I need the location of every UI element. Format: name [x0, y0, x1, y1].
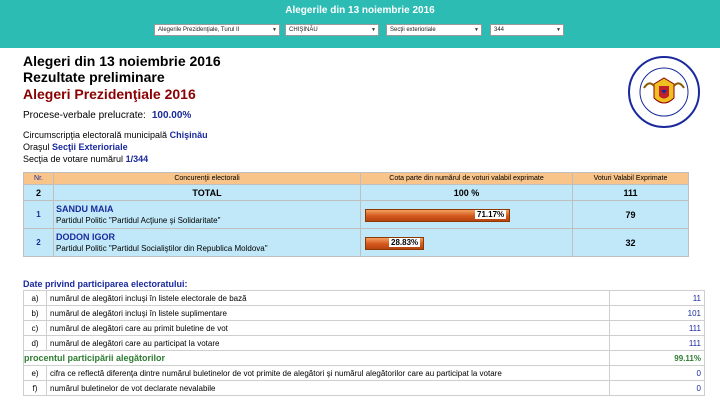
- circumscription-select[interactable]: CHIŞINĂU ▼: [285, 24, 379, 36]
- circumscription-select-value: CHIŞINĂU: [289, 27, 318, 33]
- participation-percent-row: procentul participării alegătorilor 99.11…: [23, 350, 705, 366]
- city-value: Secţii Exterioriale: [52, 142, 128, 152]
- election-select-value: Alegerile Prezidenţiale, Turul II: [158, 27, 240, 33]
- row-letter: c): [23, 320, 47, 336]
- candidate-name[interactable]: DODON IGOR: [54, 232, 360, 242]
- row-letter: d): [23, 335, 47, 351]
- results-header-row: Nr. Concurenţii electorali Cota parte di…: [23, 172, 689, 185]
- total-votes: 111: [572, 184, 689, 201]
- chevron-down-icon: ▼: [371, 27, 376, 33]
- section-value: 1/344: [125, 154, 149, 164]
- section-info: Secţia de votare numărul 1/344: [23, 154, 148, 164]
- circumscription-value: Chişinău: [169, 130, 208, 140]
- candidate-party: Partidul Politic "Partidul Acţiune şi So…: [56, 216, 221, 225]
- row-letter: e): [23, 365, 47, 381]
- processed-label: Procese-verbale prelucrate:: [23, 110, 146, 121]
- city-label: Oraşul: [23, 142, 50, 152]
- row-letter: b): [23, 305, 47, 321]
- page-title: Alegeri din 13 noiembrie 2016: [23, 53, 221, 69]
- processed-reports: Procese-verbale prelucrate: 100.00%: [23, 110, 191, 121]
- row-value: 11: [609, 290, 705, 306]
- circumscription-info: Circumscripţia electorală municipală Chi…: [23, 130, 208, 140]
- chevron-down-icon: ▼: [556, 27, 561, 33]
- candidate-votes: 79: [572, 200, 689, 229]
- share-cell: 71.17%: [360, 200, 573, 229]
- seal-emblem-icon: [639, 67, 689, 117]
- election-type-heading: Alegeri Prezidenţiale 2016: [23, 86, 196, 102]
- col-nr: Nr.: [23, 172, 54, 185]
- total-row: 2 TOTAL 100 % 111: [23, 184, 689, 201]
- row-value: 0: [609, 365, 705, 381]
- row-value: 111: [609, 335, 705, 351]
- row-value: 101: [609, 305, 705, 321]
- table-row: 2 DODON IGOR Partidul Politic "Partidul …: [23, 228, 689, 257]
- chevron-down-icon: ▼: [474, 27, 479, 33]
- table-row: f) numărul buletinelor de vot declarate n…: [23, 380, 705, 396]
- row-description: cifra ce reflectă diferenţa dintre număr…: [46, 365, 610, 381]
- row-value: 111: [609, 320, 705, 336]
- candidate-name[interactable]: SANDU MAIA: [54, 204, 360, 214]
- candidate-cell: SANDU MAIA Partidul Politic "Partidul Ac…: [53, 200, 361, 229]
- row-letter: f): [23, 380, 47, 396]
- circumscription-label: Circumscripţia electorală municipală: [23, 130, 168, 140]
- total-pct: 100 %: [360, 184, 573, 201]
- row-letter: a): [23, 290, 47, 306]
- candidate-votes: 32: [572, 228, 689, 257]
- section-select-value: 344: [494, 27, 505, 33]
- share-bar-track: 28.83%: [361, 235, 572, 251]
- table-row: d) numărul de alegători care au participa…: [23, 335, 705, 351]
- page-subtitle: Rezultate preliminare: [23, 69, 165, 85]
- locality-select[interactable]: Secţii exterioriale ▼: [386, 24, 482, 36]
- total-label: TOTAL: [53, 184, 361, 201]
- row-description: numărul buletinelor de vot declarate nev…: [46, 380, 610, 396]
- cec-seal-icon: [628, 56, 700, 128]
- table-row: b) numărul de alegători incluşi în listel…: [23, 305, 705, 321]
- table-row: c) numărul de alegători care au primit bu…: [23, 320, 705, 336]
- row-description: numărul de alegători care au participat …: [46, 335, 610, 351]
- total-nr: 2: [23, 184, 54, 201]
- site-title: Alegerile din 13 noiembrie 2016: [285, 5, 435, 16]
- share-value: 28.83%: [389, 237, 421, 247]
- top-bar: Alegerile din 13 noiembrie 2016 Alegeril…: [0, 0, 720, 48]
- participation-title: Date privind participarea electoratului:: [23, 279, 188, 289]
- participation-percent-value: 99.11%: [609, 350, 705, 366]
- candidate-party: Partidul Politic "Partidul Socialiştilor…: [56, 244, 268, 253]
- candidate-cell: DODON IGOR Partidul Politic "Partidul So…: [53, 228, 361, 257]
- participation-table: a) numărul de alegători incluşi în listel…: [23, 290, 705, 396]
- participation-percent-label: procentul participării alegătorilor: [23, 350, 610, 366]
- col-share: Cota parte din numărul de voturi valabil…: [360, 172, 573, 185]
- col-votes: Voturi Valabil Exprimate: [572, 172, 689, 185]
- table-row: e) cifra ce reflectă diferenţa dintre num…: [23, 365, 705, 381]
- share-value: 71.17%: [475, 209, 507, 219]
- election-select[interactable]: Alegerile Prezidenţiale, Turul II ▼: [154, 24, 280, 36]
- city-info: Oraşul Secţii Exterioriale: [23, 142, 128, 152]
- col-candidates: Concurenţii electorali: [53, 172, 361, 185]
- row-description: numărul de alegători incluşi în listele …: [46, 290, 610, 306]
- locality-select-value: Secţii exterioriale: [390, 27, 436, 33]
- section-label: Secţia de votare numărul: [23, 154, 124, 164]
- row-value: 0: [609, 380, 705, 396]
- row-description: numărul de alegători incluşi în listele …: [46, 305, 610, 321]
- chevron-down-icon: ▼: [272, 27, 277, 33]
- share-bar-track: 71.17%: [361, 207, 572, 223]
- candidate-nr: 1: [23, 200, 54, 229]
- section-select[interactable]: 344 ▼: [490, 24, 564, 36]
- row-description: numărul de alegători care au primit bule…: [46, 320, 610, 336]
- processed-value: 100.00%: [151, 110, 192, 121]
- table-row: a) numărul de alegători incluşi în listel…: [23, 290, 705, 306]
- share-cell: 28.83%: [360, 228, 573, 257]
- table-row: 1 SANDU MAIA Partidul Politic "Partidul …: [23, 200, 689, 229]
- results-table: Nr. Concurenţii electorali Cota parte di…: [23, 172, 689, 257]
- candidate-nr: 2: [23, 228, 54, 257]
